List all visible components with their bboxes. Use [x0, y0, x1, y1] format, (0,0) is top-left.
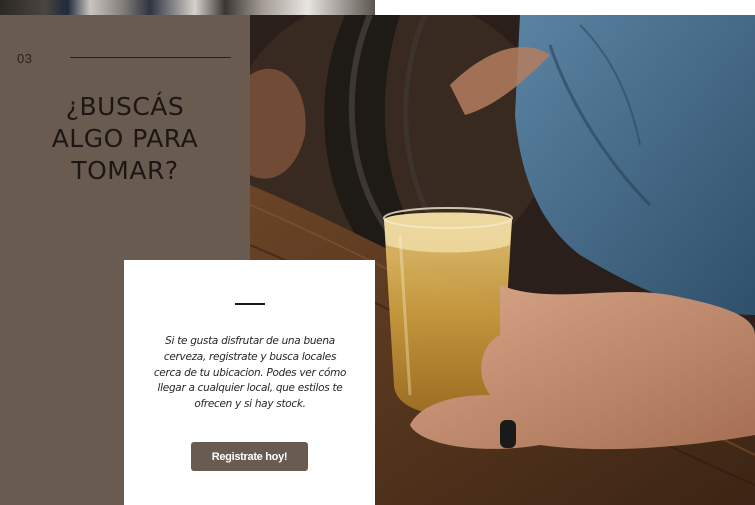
section-title-line-1: ¿BUSCÁS — [65, 92, 185, 121]
register-button[interactable]: Registrate hoy! — [191, 442, 308, 471]
section-number: 03 — [17, 51, 33, 66]
section-title-line-2: ALGO PARA — [51, 124, 199, 153]
card-description: Si te gusta disfrutar de una buena cerve… — [153, 335, 347, 411]
signup-card: Si te gusta disfrutar de una buena cerve… — [124, 260, 375, 505]
section-title: ¿BUSCÁS ALGO PARA TOMAR? — [0, 91, 250, 187]
card-divider — [235, 303, 265, 305]
section-title-line-3: TOMAR? — [71, 156, 179, 185]
section-divider — [70, 57, 231, 58]
top-photo-strip — [0, 0, 375, 15]
